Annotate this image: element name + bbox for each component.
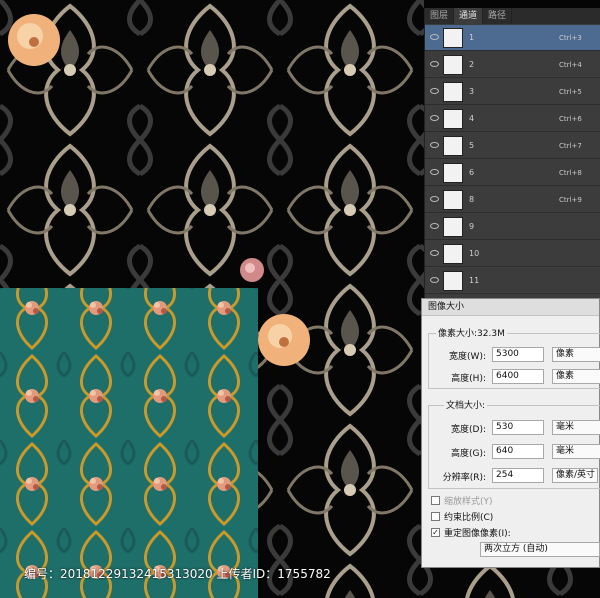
channel-name: 1 [469,33,475,42]
resolution-unit-select[interactable]: 像素/英寸 [552,468,598,483]
channel-shortcut: Ctrl+8 [559,169,582,177]
eye-icon[interactable] [430,61,439,67]
channel-name: 8 [469,195,475,204]
flower-small-pink [240,258,264,282]
channel-thumbnail [443,109,463,129]
channel-shortcut: Ctrl+5 [559,88,582,96]
channel-name: 9 [469,222,475,231]
constrain-proportions-checkbox[interactable] [431,512,440,521]
doc-width-input[interactable]: 530 [492,420,544,435]
channel-row[interactable]: 8 Ctrl+9 [425,187,600,213]
constrain-proportions-label: 约束比例(C) [444,513,494,523]
doc-height-label: 高度(G): [450,449,486,459]
pixel-width-input[interactable]: 5300 [492,347,544,362]
tab-layers[interactable]: 图层 [425,8,455,24]
channel-name: 10 [469,249,480,258]
channel-thumbnail [443,190,463,210]
pixel-width-label: 宽度(W): [449,352,486,362]
eye-icon[interactable] [430,169,439,175]
eye-icon[interactable] [430,115,439,121]
channel-shortcut: Ctrl+3 [559,34,582,42]
channel-name: 11 [469,276,480,285]
channel-row[interactable]: 6 Ctrl+8 [425,160,600,186]
channel-shortcut: Ctrl+6 [559,115,582,123]
channel-thumbnail [443,136,463,156]
channel-row[interactable]: 9 [425,214,600,240]
channel-name: 5 [469,141,475,150]
channel-shortcut: Ctrl+7 [559,142,582,150]
eye-icon[interactable] [430,250,439,256]
channels-panel: 图层 通道 路径 1 Ctrl+3 2 Ctrl+4 3 Ctrl+5 4 Ct… [424,8,600,298]
channel-row[interactable]: 1 Ctrl+3 [425,25,600,51]
channel-name: 3 [469,87,475,96]
scale-styles-checkbox[interactable] [431,496,440,505]
eye-icon[interactable] [430,34,439,40]
channel-row[interactable]: 11 [425,268,600,294]
eye-icon[interactable] [430,88,439,94]
channel-shortcut: Ctrl+9 [559,196,582,204]
resolution-input[interactable]: 254 [492,468,544,483]
channel-row[interactable]: 5 Ctrl+7 [425,133,600,159]
pixel-height-label: 高度(H): [451,374,486,384]
channel-name: 6 [469,168,475,177]
channel-thumbnail [443,28,463,48]
resample-checkbox[interactable]: ✓ [431,528,440,537]
image-id-footer: 编号：20181229132415313020 上传者ID：1755782 [24,567,331,581]
channel-row[interactable]: 10 [425,241,600,267]
resolution-label: 分辨率(R): [442,473,486,483]
channel-shortcut: Ctrl+4 [559,61,582,69]
channel-name: 4 [469,114,475,123]
image-size-dialog: 图像大小 像素大小:32.3M 宽度(W): 5300 像素 高度(H): 64… [421,298,600,568]
panel-tab-bar: 图层 通道 路径 [425,8,600,24]
resample-label: 重定图像像素(I): [444,529,511,539]
pixel-width-unit-select[interactable]: 像素 [552,347,600,362]
document-size-label: 文档大小: [444,398,488,411]
eye-icon[interactable] [430,223,439,229]
doc-height-unit-select[interactable]: 毫米 [552,444,600,459]
channel-thumbnail [443,244,463,264]
resample-method-select[interactable]: 两次立方 (自动) [480,542,600,557]
doc-height-input[interactable]: 640 [492,444,544,459]
channel-row[interactable]: 4 Ctrl+6 [425,106,600,132]
channel-row[interactable]: 2 Ctrl+4 [425,52,600,78]
channel-thumbnail [443,82,463,102]
dialog-title: 图像大小 [422,299,599,316]
channel-thumbnail [443,163,463,183]
tab-channels[interactable]: 通道 [454,8,484,24]
pixel-height-unit-select[interactable]: 像素 [552,369,600,384]
eye-icon[interactable] [430,196,439,202]
channel-row[interactable]: 3 Ctrl+5 [425,79,600,105]
channel-thumbnail [443,217,463,237]
flower-middle [258,314,310,366]
channel-thumbnail [443,55,463,75]
doc-width-label: 宽度(D): [451,425,486,435]
pixel-dimensions-label: 像素大小:32.3M [436,326,507,339]
scale-styles-label: 缩放样式(Y) [444,497,493,507]
flower-top-left [8,14,60,66]
channel-thumbnail [443,271,463,291]
pixel-height-input[interactable]: 6400 [492,369,544,384]
eye-icon[interactable] [430,277,439,283]
channel-name: 2 [469,60,475,69]
eye-icon[interactable] [430,142,439,148]
tab-paths[interactable]: 路径 [483,8,513,24]
doc-width-unit-select[interactable]: 毫米 [552,420,600,435]
